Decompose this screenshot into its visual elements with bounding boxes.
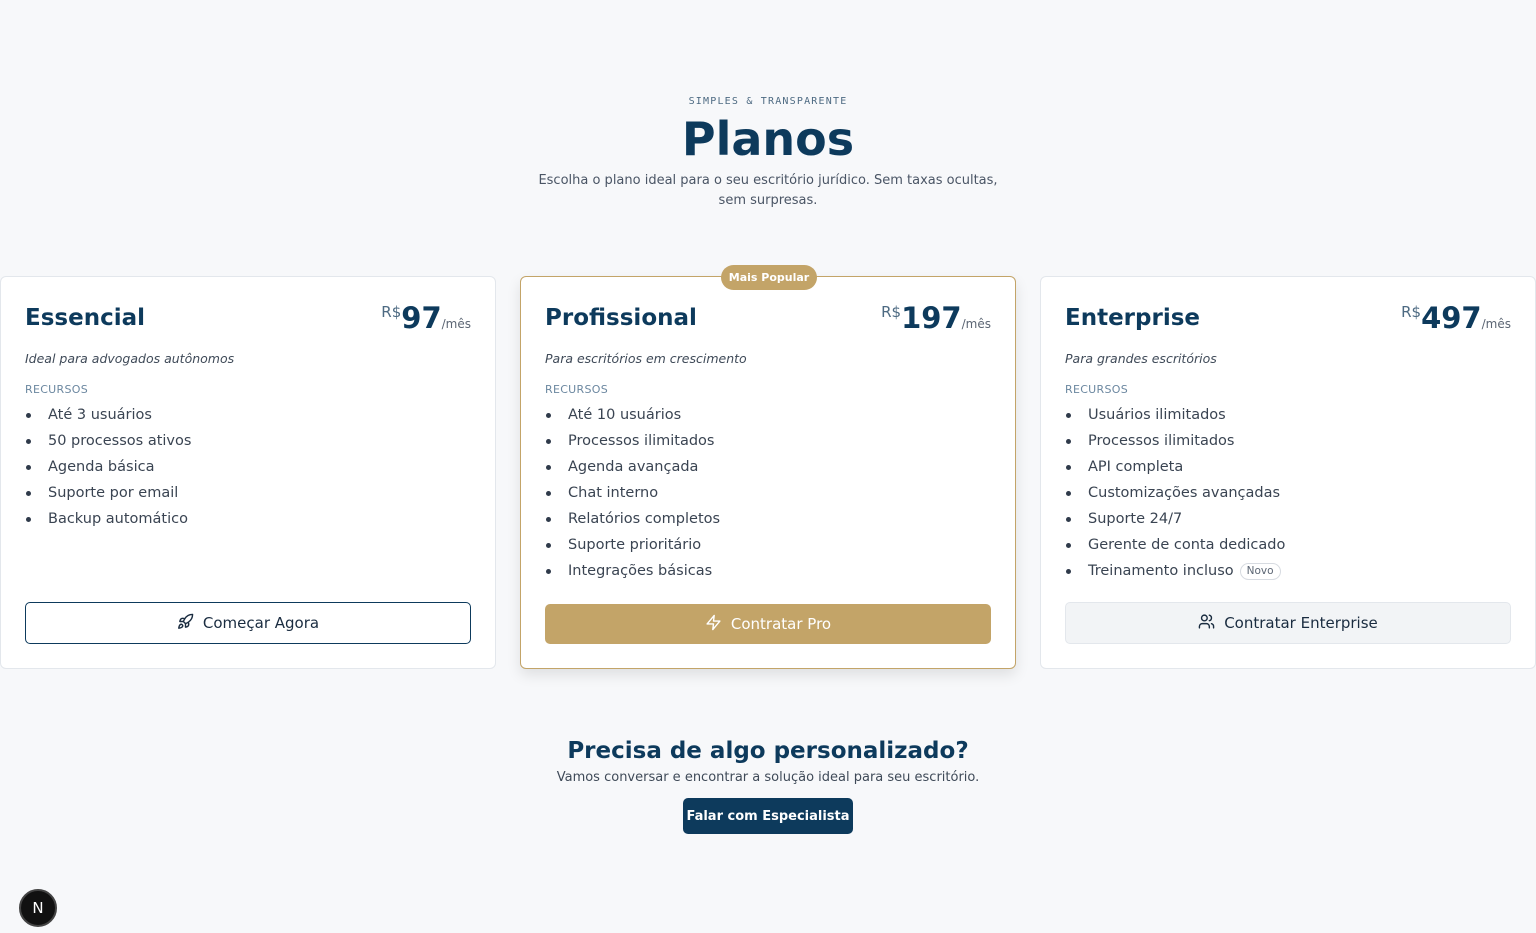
plan-price: R$497/mês	[1401, 301, 1511, 335]
feature-item: API completa	[1065, 454, 1511, 480]
feature-item: Usuários ilimitados	[1065, 402, 1511, 428]
new-tag: Novo	[1239, 563, 1281, 580]
pricing-cards: Essencial R$97/mês Ideal para advogados …	[0, 265, 1536, 669]
cta-subtitle: Vamos conversar e encontrar a solução id…	[556, 770, 980, 785]
plan-card-essencial: Essencial R$97/mês Ideal para advogados …	[0, 276, 496, 669]
button-label: Começar Agora	[202, 614, 320, 632]
cta-title: Precisa de algo personalizado?	[567, 738, 969, 764]
plan-price: R$97/mês	[381, 301, 471, 335]
rocket-icon	[177, 613, 194, 634]
features-label: RECURSOS	[545, 383, 608, 396]
pricing-header: SIMPLES & TRANSPARENTE Planos Escolha o …	[0, 96, 1536, 211]
feature-item: Gerente de conta dedicado	[1065, 532, 1511, 558]
button-label: Contratar Pro	[730, 615, 832, 633]
feature-item: Suporte prioritário	[545, 532, 991, 558]
feature-item: Até 10 usuários	[545, 402, 991, 428]
features-list: Usuários ilimitados Processos ilimitados…	[1065, 402, 1511, 584]
feature-text: Treinamento incluso	[1088, 563, 1234, 579]
price-currency: R$	[381, 303, 402, 321]
feature-item: Chat interno	[545, 480, 991, 506]
plan-name: Essencial	[25, 305, 145, 331]
plan-header: Enterprise R$497/mês	[1065, 301, 1511, 345]
plan-description: Para grandes escritórios	[1065, 351, 1217, 366]
price-currency: R$	[1401, 303, 1422, 321]
popular-badge: Mais Popular	[721, 265, 817, 290]
plan-description: Ideal para advogados autônomos	[25, 351, 235, 366]
plan-description: Para escritórios em crescimento	[545, 351, 747, 366]
feature-item: Customizações avançadas	[1065, 480, 1511, 506]
price-amount: 197	[901, 301, 962, 335]
feature-item: Agenda avançada	[545, 454, 991, 480]
plan-name: Profissional	[545, 305, 697, 331]
plan-name: Enterprise	[1065, 305, 1201, 331]
feature-item: Relatórios completos	[545, 506, 991, 532]
features-list: Até 3 usuários 50 processos ativos Agend…	[25, 402, 471, 532]
plan-price: R$197/mês	[881, 301, 991, 335]
feature-item: Integrações básicas	[545, 558, 991, 584]
features-label: RECURSOS	[25, 383, 88, 396]
feature-item: Suporte 24/7	[1065, 506, 1511, 532]
talk-to-specialist-button[interactable]: Falar com Especialista	[683, 798, 853, 834]
features-list: Até 10 usuários Processos ilimitados Age…	[545, 402, 991, 584]
price-period: /mês	[441, 317, 471, 331]
feature-item: Processos ilimitados	[1065, 428, 1511, 454]
lightning-icon	[705, 614, 722, 635]
plan-header: Profissional R$197/mês	[545, 301, 991, 345]
price-amount: 97	[401, 301, 442, 335]
feature-item: 50 processos ativos	[25, 428, 471, 454]
price-period: /mês	[1481, 317, 1511, 331]
plan-header: Essencial R$97/mês	[25, 301, 471, 345]
page-title: Planos	[681, 112, 855, 166]
hire-enterprise-button[interactable]: Contratar Enterprise	[1065, 602, 1511, 644]
button-label: Contratar Enterprise	[1224, 614, 1378, 632]
feature-item: Agenda básica	[25, 454, 471, 480]
feature-item-with-tag: Treinamento incluso Novo	[1065, 558, 1511, 584]
hire-pro-button[interactable]: Contratar Pro	[545, 604, 991, 644]
start-now-button[interactable]: Começar Agora	[25, 602, 471, 644]
page-subtitle: Escolha o plano ideal para o seu escritó…	[538, 173, 998, 208]
plan-card-enterprise: Enterprise R$497/mês Para grandes escrit…	[1040, 276, 1536, 669]
feature-item: Até 3 usuários	[25, 402, 471, 428]
feature-item: Suporte por email	[25, 480, 471, 506]
price-period: /mês	[961, 317, 991, 331]
price-currency: R$	[881, 303, 902, 321]
features-label: RECURSOS	[1065, 383, 1128, 396]
eyebrow-text: SIMPLES & TRANSPARENTE	[688, 96, 848, 107]
dev-tools-badge[interactable]: N	[19, 889, 57, 927]
custom-plan-cta: Precisa de algo personalizado? Vamos con…	[0, 736, 1536, 834]
plan-card-profissional: Mais Popular Profissional R$197/mês Para…	[520, 265, 1016, 669]
feature-item: Processos ilimitados	[545, 428, 991, 454]
price-amount: 497	[1421, 301, 1482, 335]
users-icon	[1198, 613, 1215, 634]
feature-item: Backup automático	[25, 506, 471, 532]
